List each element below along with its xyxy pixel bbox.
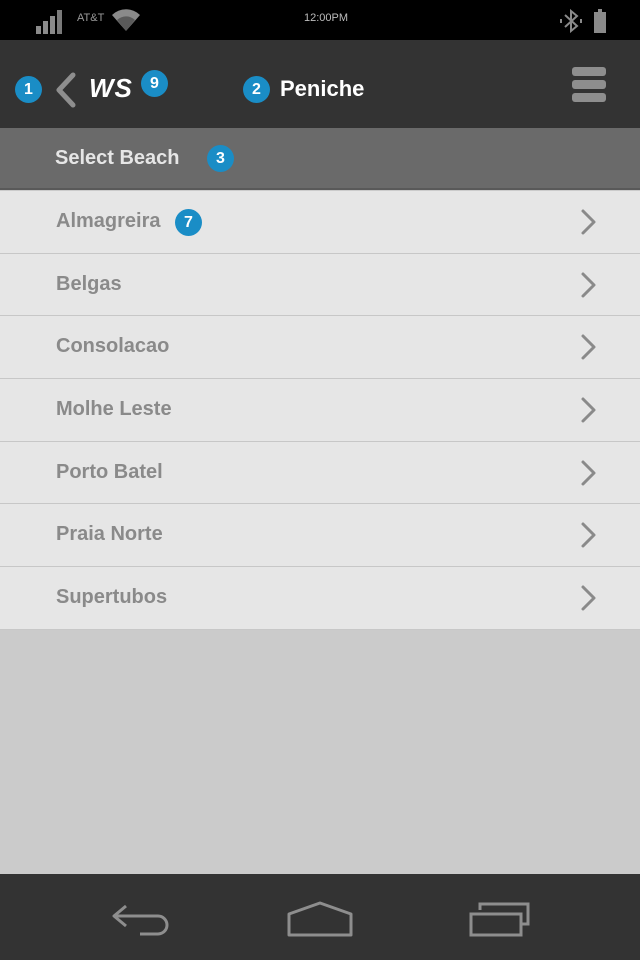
app-logo[interactable]: WS <box>89 73 133 104</box>
list-item-supertubos[interactable]: Supertubos <box>0 567 640 630</box>
section-header: Select Beach 3 <box>0 128 640 190</box>
annotation-badge-first-item: 7 <box>175 209 202 236</box>
list-item-label: Supertubos <box>56 586 168 609</box>
chevron-left-icon[interactable] <box>54 72 78 108</box>
chevron-right-icon <box>581 272 596 298</box>
clock: 12:00PM <box>303 12 349 24</box>
list-item-belgas[interactable]: Belgas <box>0 253 640 317</box>
list-item-label: Almagreira <box>56 210 161 232</box>
back-arrow-icon[interactable] <box>110 900 172 940</box>
chevron-right-icon <box>581 460 596 486</box>
navigation-bar <box>0 874 640 960</box>
list-item-label: Praia Norte <box>56 523 163 546</box>
list-item-label: Belgas <box>56 272 122 295</box>
list-item-praia-norte[interactable]: Praia Norte <box>0 504 640 568</box>
list-item-porto-batel[interactable]: Porto Batel <box>0 441 640 505</box>
chevron-right-icon <box>581 209 596 235</box>
list-item-label: Molhe Leste <box>56 398 172 421</box>
annotation-badge-section: 3 <box>207 145 234 172</box>
battery-icon <box>594 9 606 33</box>
status-bar: AT&T 12:00PM <box>0 0 640 40</box>
list-item-molhe-leste[interactable]: Molhe Leste <box>0 379 640 442</box>
list-item-label: Porto Batel <box>56 460 163 483</box>
chevron-right-icon <box>581 522 596 548</box>
beach-list: Almagreira 7 Belgas Consolacao Molhe Les… <box>0 191 640 630</box>
home-icon[interactable] <box>286 900 354 940</box>
annotation-badge-brand: 9 <box>141 70 168 97</box>
chevron-right-icon <box>581 397 596 423</box>
recent-apps-icon[interactable] <box>468 900 532 940</box>
chevron-right-icon <box>581 334 596 360</box>
page-title: Peniche <box>280 76 365 101</box>
annotation-badge-back: 1 <box>15 76 42 103</box>
bluetooth-icon <box>560 8 582 34</box>
chevron-right-icon <box>581 585 596 611</box>
list-item-consolacao[interactable]: Consolacao <box>0 316 640 380</box>
hamburger-menu-icon[interactable] <box>572 67 606 103</box>
app-header: 1 WS 9 2 Peniche <box>0 40 640 128</box>
list-item-almagreira[interactable]: Almagreira 7 <box>0 191 640 254</box>
list-item-label: Consolacao <box>56 335 170 358</box>
section-title: Select Beach <box>55 147 180 169</box>
annotation-badge-title: 2 <box>243 76 270 103</box>
